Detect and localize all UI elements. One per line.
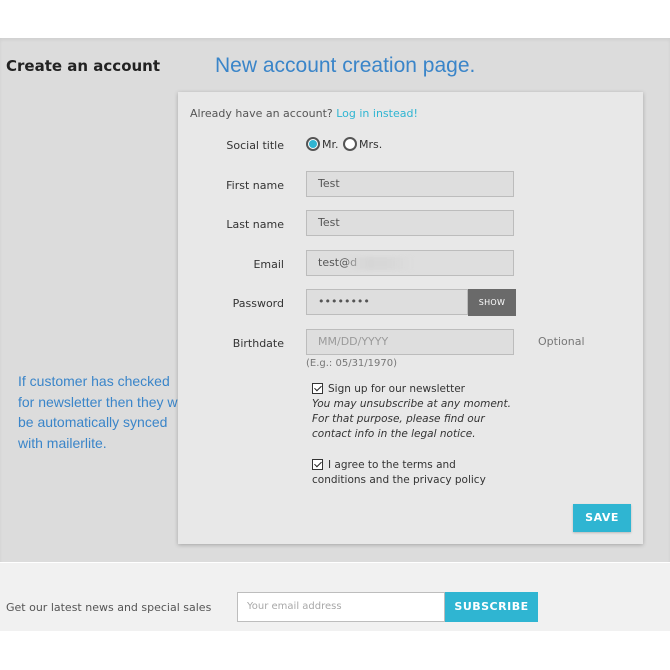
last-name-input[interactable]: Test (306, 210, 514, 236)
newsletter-subtext: You may unsubscribe at any moment. For t… (312, 398, 511, 440)
login-link[interactable]: Log in instead! (336, 107, 418, 120)
social-title-label: Social title (226, 139, 284, 152)
radio-mrs-label: Mrs. (359, 137, 383, 151)
terms-checkbox[interactable] (312, 459, 323, 470)
redacted-blur (347, 257, 413, 270)
password-label: Password (232, 297, 284, 310)
email-input[interactable]: test@d (306, 250, 514, 276)
newsletter-row: Sign up for our newsletter You may unsub… (312, 382, 517, 442)
birthdate-label: Birthdate (232, 337, 284, 350)
radio-mr[interactable] (306, 137, 320, 151)
email-label: Email (253, 258, 284, 271)
radio-mr-label: Mr. (322, 137, 339, 151)
newsletter-checkbox[interactable] (312, 383, 323, 394)
birthdate-hint: (E.g.: 05/31/1970) (306, 358, 398, 369)
birthdate-optional-text: Optional (538, 335, 585, 348)
first-name-input[interactable]: Test (306, 171, 514, 197)
login-prompt: Already have an account? Log in instead! (190, 107, 418, 120)
social-title-radio-group: Mr. Mrs. (306, 137, 383, 151)
terms-label: I agree to the terms and conditions and … (312, 459, 486, 486)
top-whitespace (0, 0, 670, 38)
password-input[interactable]: •••••••• (306, 289, 468, 315)
page-title: Create an account (6, 57, 161, 75)
show-password-button[interactable]: SHOW (468, 289, 516, 316)
last-name-label: Last name (226, 218, 284, 231)
terms-row: I agree to the terms and conditions and … (312, 458, 512, 488)
footer-newsletter-text: Get our latest news and special sales (6, 601, 212, 614)
subscribe-button[interactable]: SUBSCRIBE (445, 592, 538, 622)
newsletter-label: Sign up for our newsletter (328, 383, 465, 395)
annotation-note: If customer has checked for newsletter t… (18, 373, 187, 451)
footer-email-input[interactable]: Your email address (237, 592, 445, 622)
save-button[interactable]: SAVE (573, 504, 631, 532)
account-form-card: Already have an account? Log in instead!… (178, 92, 643, 544)
newsletter-footer: Get our latest news and special sales Yo… (0, 563, 670, 631)
annotation-title: New account creation page. (215, 54, 476, 77)
radio-mrs[interactable] (343, 137, 357, 151)
birthdate-input[interactable]: MM/DD/YYYY (306, 329, 514, 355)
login-prompt-text: Already have an account? (190, 107, 333, 120)
first-name-label: First name (226, 179, 284, 192)
